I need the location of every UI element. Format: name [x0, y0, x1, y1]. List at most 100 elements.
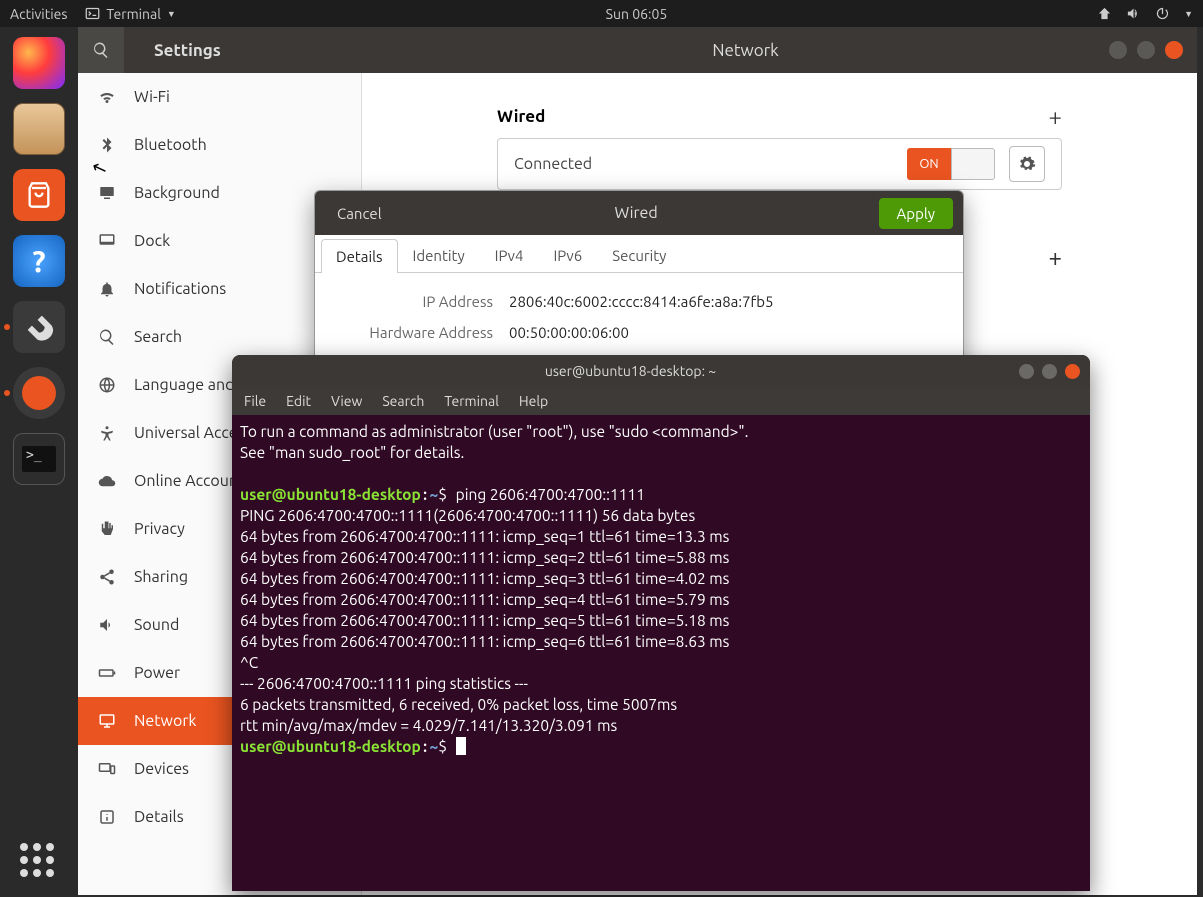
activities-button[interactable]: Activities — [10, 6, 67, 22]
window-title: Network — [382, 41, 1109, 60]
running-indicator — [4, 390, 10, 396]
wifi-icon — [98, 88, 116, 106]
sidebar-item-label: Wi-Fi — [134, 88, 170, 106]
shopping-bag-icon — [25, 181, 53, 209]
wired-settings-dialog: Cancel Wired Apply Details Identity IPv4… — [314, 190, 964, 376]
close-button[interactable] — [1065, 364, 1080, 379]
show-applications-button[interactable] — [20, 843, 58, 881]
gear-icon — [1018, 155, 1036, 173]
search-button[interactable] — [78, 27, 124, 73]
battery-icon — [98, 664, 116, 682]
terminal-title: user@ubuntu18-desktop: ~ — [242, 363, 1019, 379]
terminal-icon: >_ — [22, 446, 56, 472]
cloud-icon — [98, 472, 116, 490]
connection-toggle[interactable]: ON — [907, 148, 995, 180]
add-wired-button[interactable]: + — [1048, 103, 1062, 130]
chevron-down-icon: ▼ — [167, 9, 176, 19]
sidebar-item-label: Privacy — [134, 520, 185, 538]
dock-item-settings[interactable] — [13, 301, 65, 353]
dock-item-terminal[interactable]: >_ — [13, 433, 65, 485]
sidebar-item-label: Bluetooth — [134, 136, 207, 154]
connection-settings-button[interactable] — [1009, 146, 1045, 182]
sidebar-item-label: Sharing — [134, 568, 188, 586]
dock-item-files[interactable] — [13, 103, 65, 155]
sidebar-item-label: Details — [134, 808, 184, 826]
volume-icon — [98, 616, 116, 634]
tab-ipv6[interactable]: IPv6 — [538, 238, 597, 272]
dialog-tabs: Details Identity IPv4 IPv6 Security — [315, 235, 963, 273]
clock[interactable]: Sun 06:05 — [176, 6, 1097, 22]
sidebar-item-label: Sound — [134, 616, 179, 634]
menu-help[interactable]: Help — [519, 393, 548, 409]
wired-section-title: Wired — [497, 107, 545, 126]
maximize-button[interactable] — [1137, 41, 1155, 59]
settings-titlebar[interactable]: Settings Network — [78, 27, 1197, 73]
sidebar-item-bluetooth[interactable]: Bluetooth — [78, 121, 361, 169]
sidebar-item-label: Devices — [134, 760, 189, 778]
wrench-gear-icon — [22, 310, 56, 344]
search-icon — [98, 328, 116, 346]
hardware-address-label: Hardware Address — [339, 324, 509, 341]
dock-item-updater[interactable] — [13, 367, 65, 419]
terminal-window: user@ubuntu18-desktop: ~ File Edit View … — [232, 355, 1090, 891]
cancel-button[interactable]: Cancel — [325, 199, 394, 228]
terminal-icon — [85, 6, 100, 21]
sidebar-item-wifi[interactable]: Wi-Fi — [78, 73, 361, 121]
add-connection-button[interactable]: + — [1048, 244, 1062, 271]
search-icon — [92, 41, 110, 59]
toggle-on-label: ON — [907, 148, 951, 180]
wired-connection-row: Connected ON — [497, 138, 1062, 190]
running-indicator — [4, 324, 10, 330]
terminal-menubar: File Edit View Search Terminal Help — [232, 387, 1090, 415]
chevron-down-icon: ▼ — [1184, 9, 1193, 19]
monitor-icon — [98, 184, 116, 202]
dock-item-firefox[interactable] — [13, 37, 65, 89]
tab-security[interactable]: Security — [597, 238, 681, 272]
sidebar-item-label: Search — [134, 328, 182, 346]
close-button[interactable] — [1165, 41, 1183, 59]
terminal-output[interactable]: To run a command as administrator (user … — [232, 415, 1090, 763]
globe-icon — [98, 376, 116, 394]
ip-address-label: IP Address — [339, 293, 509, 310]
sidebar-item-label: Network — [134, 712, 196, 730]
app-menu[interactable]: Terminal ▼ — [85, 6, 175, 22]
terminal-titlebar[interactable]: user@ubuntu18-desktop: ~ — [232, 355, 1090, 387]
sidebar-item-label: Dock — [134, 232, 170, 250]
hand-icon — [98, 520, 116, 538]
sidebar-item-label: Notifications — [134, 280, 226, 298]
accessibility-icon — [98, 424, 116, 442]
dialog-title: Wired — [394, 204, 879, 222]
ip-address-value: 2806:40c:6002:cccc:8414:a6fe:a8a:7fb5 — [509, 293, 773, 310]
tab-ipv4[interactable]: IPv4 — [480, 238, 539, 272]
text-cursor — [456, 737, 466, 755]
sidebar-item-label: Background — [134, 184, 220, 202]
dialog-header[interactable]: Cancel Wired Apply — [315, 191, 963, 235]
app-menu-label: Terminal — [106, 6, 161, 22]
menu-file[interactable]: File — [244, 393, 266, 409]
menu-edit[interactable]: Edit — [286, 393, 311, 409]
apply-button[interactable]: Apply — [879, 198, 953, 229]
sidebar-item-label: Power — [134, 664, 180, 682]
minimize-button[interactable] — [1109, 41, 1127, 59]
tab-details[interactable]: Details — [321, 239, 398, 273]
maximize-button[interactable] — [1042, 364, 1057, 379]
status-area[interactable]: ▼ — [1097, 6, 1193, 21]
devices-icon — [98, 760, 116, 778]
dock-item-help[interactable]: ? — [13, 235, 65, 287]
menu-terminal[interactable]: Terminal — [444, 393, 499, 409]
network-icon — [98, 712, 116, 730]
dock-icon — [98, 232, 116, 250]
network-icon — [1097, 6, 1112, 21]
info-icon — [98, 808, 116, 826]
menu-search[interactable]: Search — [382, 393, 424, 409]
bell-icon — [98, 280, 116, 298]
menu-view[interactable]: View — [331, 393, 362, 409]
launcher-dock: ? >_ — [0, 27, 78, 897]
dock-item-software[interactable] — [13, 169, 65, 221]
tab-identity[interactable]: Identity — [398, 238, 480, 272]
minimize-button[interactable] — [1019, 364, 1034, 379]
bluetooth-icon — [98, 136, 116, 154]
hardware-address-value: 00:50:00:00:06:00 — [509, 324, 629, 341]
toggle-knob — [951, 148, 995, 180]
volume-icon — [1126, 6, 1141, 21]
